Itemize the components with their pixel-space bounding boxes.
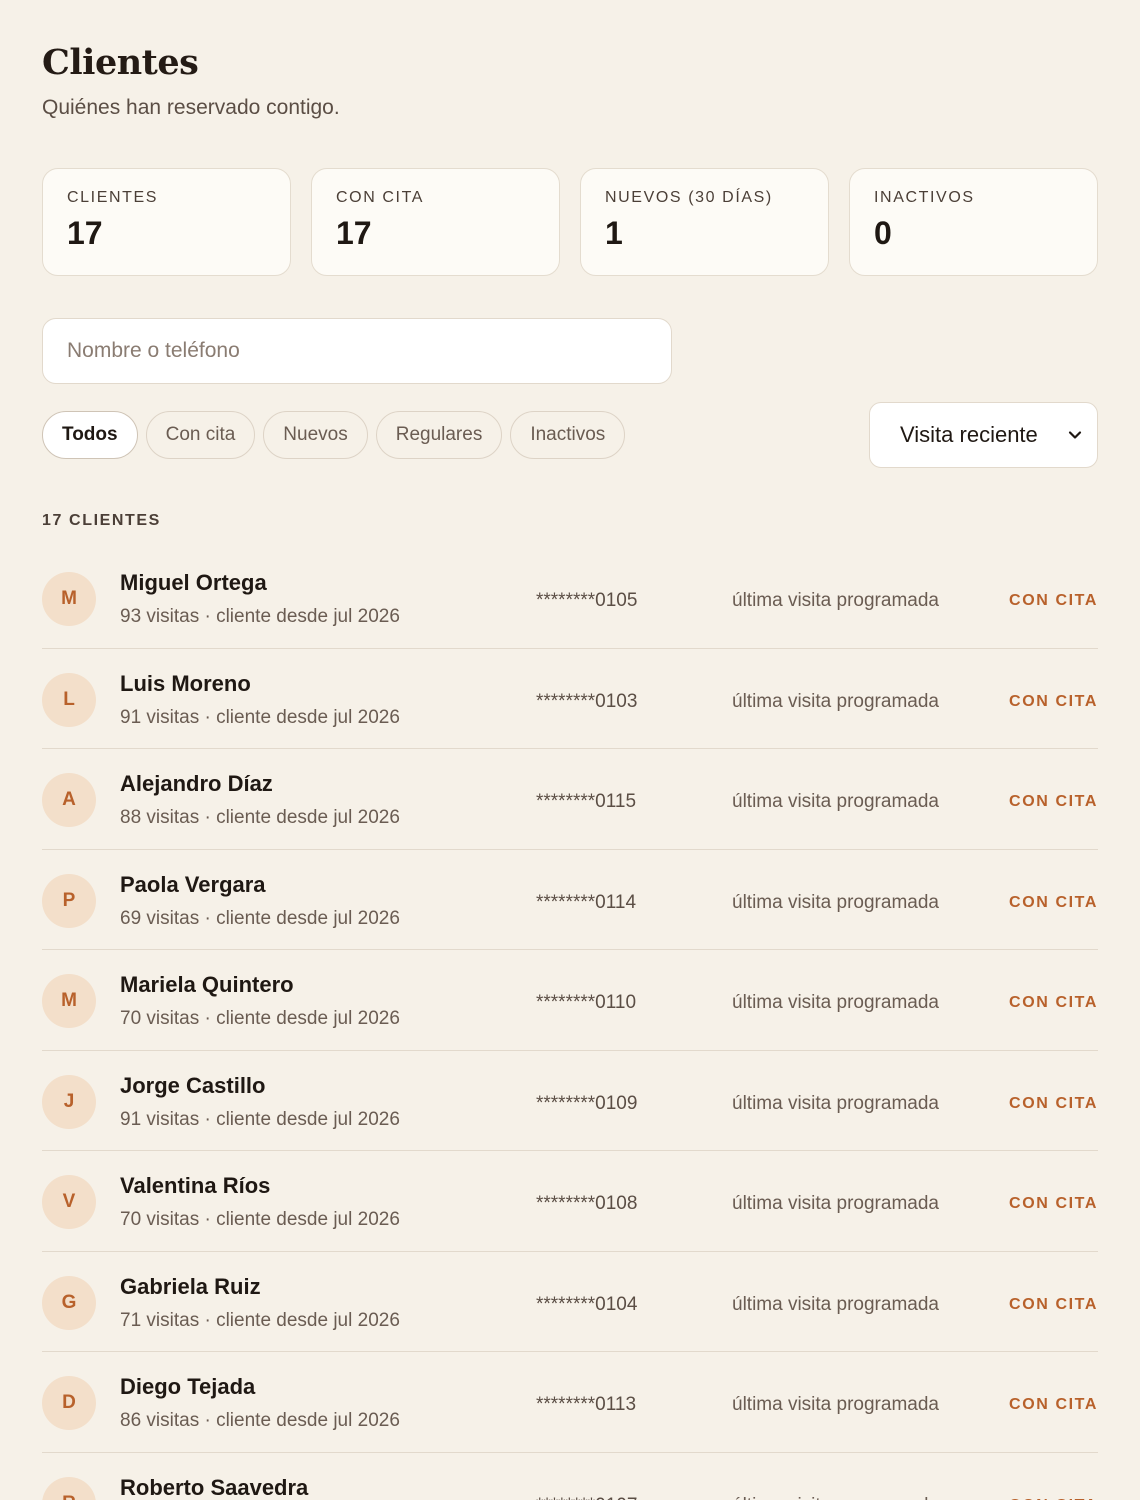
client-row[interactable]: D Diego Tejada 86 visitas · cliente desde … — [42, 1352, 1098, 1453]
status-badge: CON CITA — [1009, 994, 1098, 1011]
client-row[interactable]: A Alejandro Díaz 88 visitas · cliente desd… — [42, 749, 1098, 850]
client-last-visit: última visita programada — [732, 690, 939, 712]
page-subtitle: Quiénes han reservado contigo. — [42, 96, 340, 119]
filter-chip-todos[interactable]: Todos — [42, 411, 138, 459]
avatar: R — [42, 1476, 96, 1500]
client-phone: ********0114 — [536, 891, 637, 913]
sort-select[interactable]: Visita reciente — [869, 402, 1098, 468]
client-phone: ********0104 — [536, 1293, 638, 1315]
client-name: Gabriela Ruiz — [120, 1273, 261, 1299]
search-input[interactable] — [42, 318, 672, 384]
client-list: M Miguel Ortega 93 visitas · cliente desde… — [42, 548, 1098, 1500]
client-last-visit: última visita programada — [732, 791, 939, 812]
client-row[interactable]: M Mariela Quintero 70 visitas · cliente de… — [42, 950, 1098, 1051]
client-phone: ********0107 — [536, 1495, 637, 1500]
client-meta: 86 visitas · cliente desde jul 2026 — [120, 1410, 400, 1431]
stats-row: CLIENTES 17 CON CITA 17 NUEVOS (30 DÍAS)… — [42, 168, 1098, 276]
client-meta: 69 visitas · cliente desde jul 2026 — [120, 907, 400, 929]
stat-card-inactivos: INACTIVOS 0 — [849, 168, 1098, 276]
clients-page: Clientes Quiénes han reservado contigo. … — [0, 0, 1140, 1500]
status-badge: CON CITA — [1009, 1396, 1098, 1413]
status-badge: CON CITA — [1009, 1195, 1098, 1212]
sort-selected-value: Visita reciente — [900, 422, 1038, 447]
filter-chips: Todos Con cita Nuevos Regulares Inactivo… — [42, 411, 626, 459]
avatar: D — [42, 1376, 96, 1430]
client-phone: ********0113 — [536, 1394, 637, 1415]
client-phone: ********0110 — [536, 992, 637, 1013]
client-row[interactable]: L Luis Moreno 91 visitas · cliente desde j… — [42, 649, 1098, 749]
avatar: J — [42, 1074, 96, 1129]
avatar: G — [42, 1275, 96, 1330]
filter-chip-nuevos[interactable]: Nuevos — [263, 411, 368, 459]
client-row[interactable]: R Roberto Saavedra ********0107 última visi… — [42, 1453, 1098, 1500]
client-meta: 70 visitas · cliente desde jul 2026 — [120, 1008, 400, 1029]
status-badge: CON CITA — [1009, 692, 1098, 710]
stat-value: 17 — [67, 215, 103, 251]
client-last-visit: última visita programada — [732, 992, 939, 1013]
client-row[interactable]: G Gabriela Ruiz 71 visitas · cliente desde… — [42, 1252, 1098, 1352]
client-row[interactable]: P Paola Vergara 69 visitas · cliente desde… — [42, 850, 1098, 950]
avatar: A — [42, 773, 96, 827]
client-name: Jorge Castillo — [120, 1072, 266, 1098]
client-name: Mariela Quintero — [120, 972, 294, 997]
filter-chip-regulares[interactable]: Regulares — [375, 411, 503, 459]
status-badge: CON CITA — [1009, 1094, 1098, 1112]
stat-value: 0 — [874, 215, 892, 251]
client-meta: 88 visitas · cliente desde jul 2026 — [120, 807, 400, 828]
client-meta: 71 visitas · cliente desde jul 2026 — [120, 1309, 400, 1331]
client-name: Roberto Saavedra — [120, 1474, 309, 1500]
filter-chip-con-cita[interactable]: Con cita — [145, 411, 256, 459]
client-phone: ********0103 — [536, 690, 638, 712]
client-meta: 70 visitas · cliente desde jul 2026 — [120, 1209, 400, 1230]
client-last-visit: última visita programada — [732, 590, 939, 611]
stat-label: CON CITA — [336, 189, 425, 206]
client-last-visit: última visita programada — [732, 1092, 939, 1114]
client-name: Miguel Ortega — [120, 570, 267, 595]
client-last-visit: última visita programada — [732, 1394, 939, 1415]
avatar: L — [42, 672, 96, 727]
client-meta: 93 visitas · cliente desde jul 2026 — [120, 606, 400, 627]
client-name: Luis Moreno — [120, 670, 251, 696]
client-count-label: 17 CLIENTES — [42, 512, 161, 529]
client-meta: 91 visitas · cliente desde jul 2026 — [120, 1108, 400, 1130]
avatar: M — [42, 572, 96, 626]
stat-label: NUEVOS (30 DÍAS) — [605, 189, 773, 206]
stat-card-nuevos: NUEVOS (30 DÍAS) 1 — [580, 168, 829, 276]
client-name: Diego Tejada — [120, 1374, 256, 1399]
status-badge: CON CITA — [1009, 1497, 1098, 1500]
avatar: M — [42, 974, 96, 1028]
client-name: Alejandro Díaz — [120, 771, 273, 796]
client-phone: ********0115 — [536, 791, 637, 812]
page-title: Clientes — [42, 42, 199, 83]
stat-card-clientes: CLIENTES 17 — [42, 168, 291, 276]
status-badge: CON CITA — [1009, 592, 1098, 609]
client-row[interactable]: V Valentina Ríos 70 visitas · cliente desd… — [42, 1151, 1098, 1252]
avatar: V — [42, 1175, 96, 1229]
client-last-visit: última visita programada — [732, 1193, 939, 1214]
stat-value: 1 — [605, 215, 623, 251]
stat-label: INACTIVOS — [874, 189, 975, 206]
client-phone: ********0109 — [536, 1092, 638, 1114]
status-badge: CON CITA — [1009, 1295, 1098, 1313]
stat-card-con-cita: CON CITA 17 — [311, 168, 560, 276]
client-phone: ********0108 — [536, 1193, 638, 1214]
avatar: P — [42, 873, 96, 928]
client-meta: 91 visitas · cliente desde jul 2026 — [120, 706, 400, 728]
client-last-visit: última visita programada — [732, 891, 939, 913]
client-name: Paola Vergara — [120, 871, 266, 897]
client-row[interactable]: J Jorge Castillo 91 visitas · cliente desd… — [42, 1051, 1098, 1151]
client-row[interactable]: M Miguel Ortega 93 visitas · cliente desde… — [42, 548, 1098, 649]
chevron-down-icon — [1068, 431, 1082, 439]
status-badge: CON CITA — [1009, 793, 1098, 810]
client-last-visit: última visita programada — [732, 1495, 939, 1500]
stat-label: CLIENTES — [67, 189, 159, 206]
status-badge: CON CITA — [1009, 893, 1098, 911]
stat-value: 17 — [336, 215, 372, 251]
filter-chip-inactivos[interactable]: Inactivos — [510, 411, 626, 459]
client-last-visit: última visita programada — [732, 1293, 939, 1315]
client-name: Valentina Ríos — [120, 1173, 271, 1198]
client-phone: ********0105 — [536, 590, 638, 611]
